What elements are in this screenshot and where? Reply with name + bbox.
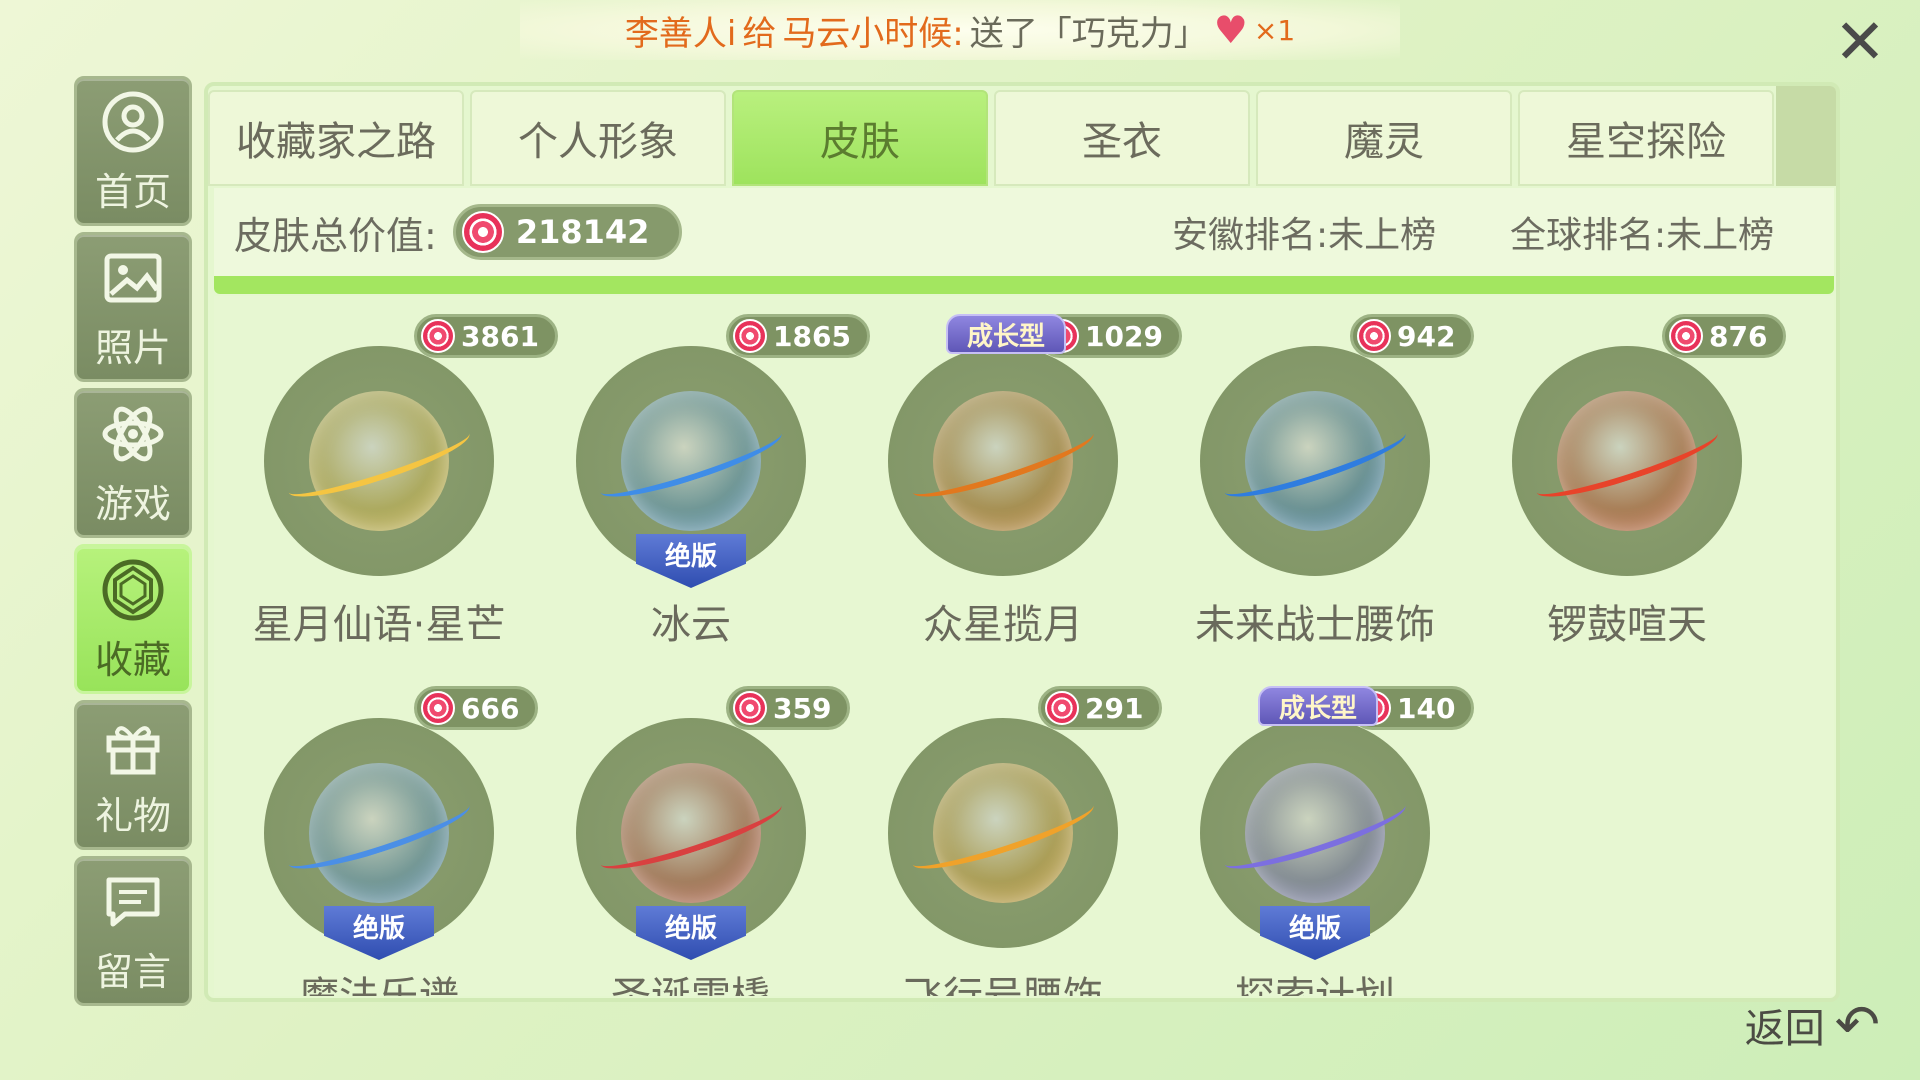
limited-edition-badge: 绝版 — [324, 906, 434, 960]
skin-price-badge: 291 — [1038, 686, 1163, 730]
heart-chocolate-icon: ♥ — [1213, 8, 1248, 52]
gift-notice-banner: 李善人i 给 马云小时候: 送了「巧克力」 ♥ ×1 — [520, 0, 1400, 60]
skin-orb — [264, 346, 494, 576]
candy-icon — [733, 691, 767, 725]
skin-price: 942 — [1397, 319, 1456, 353]
atom-icon — [98, 399, 168, 469]
tab-skin[interactable]: 皮肤 — [732, 90, 988, 186]
back-button[interactable]: 返回 ↶ — [1745, 993, 1880, 1056]
skin-item[interactable]: 1029 成长型 众星揽月 — [838, 296, 1182, 656]
back-arrow-icon: ↶ — [1834, 993, 1880, 1056]
skin-item[interactable]: 3861 星月仙语·星芒 — [214, 296, 558, 656]
sidebar-item-label: 收藏 — [94, 637, 171, 682]
skin-orb — [1200, 346, 1430, 576]
collection-panel: 收藏家之路 个人形象 皮肤 圣衣 魔灵 星空探险 皮肤总价值: 218142 安… — [204, 82, 1840, 1002]
total-value: 218142 — [515, 213, 650, 251]
notice-sender: 李善人i — [624, 13, 737, 54]
tab-holy-cloth[interactable]: 圣衣 — [994, 90, 1250, 186]
skin-name: 星月仙语·星芒 — [252, 602, 506, 648]
sidebar-item-label: 首页 — [94, 169, 171, 214]
sidebar-item-gift[interactable]: 礼物 — [74, 700, 192, 850]
category-tabs: 收藏家之路 个人形象 皮肤 圣衣 魔灵 星空探险 — [208, 86, 1774, 186]
skin-price-badge: 942 — [1350, 314, 1475, 358]
skin-item[interactable]: 876 锣鼓喧天 — [1462, 296, 1787, 656]
tab-collector-road[interactable]: 收藏家之路 — [208, 90, 464, 186]
skin-name: 锣鼓喧天 — [1547, 602, 1707, 648]
candy-icon — [733, 319, 767, 353]
candy-icon — [421, 691, 455, 725]
limited-edition-badge: 绝版 — [636, 534, 746, 588]
global-rank: 全球排名:未上榜 — [1510, 215, 1775, 256]
total-value-label: 皮肤总价值: — [234, 213, 437, 258]
sidebar-item-photo[interactable]: 照片 — [74, 232, 192, 382]
total-value-badge: 218142 — [452, 204, 683, 260]
tab-star-exploration[interactable]: 星空探险 — [1518, 90, 1774, 186]
close-icon: ✕ — [1834, 5, 1886, 78]
candy-icon — [1669, 319, 1703, 353]
close-button[interactable]: ✕ — [1828, 10, 1892, 74]
skin-item[interactable]: 291 飞行号腰饰 — [838, 668, 1163, 996]
message-icon — [98, 867, 168, 937]
skin-item[interactable]: 359 绝版 圣诞雪橇 — [526, 668, 851, 996]
skin-orb — [1512, 346, 1742, 576]
skin-price: 666 — [461, 691, 520, 725]
sidebar-item-game[interactable]: 游戏 — [74, 388, 192, 538]
skin-name: 未来战士腰饰 — [1195, 602, 1435, 648]
candy-icon — [421, 319, 455, 353]
tab-spirit[interactable]: 魔灵 — [1256, 90, 1512, 186]
skin-name: 众星揽月 — [923, 602, 1083, 648]
skin-name: 飞行号腰饰 — [838, 964, 1168, 996]
skin-item[interactable]: 1865 绝版 冰云 — [526, 296, 870, 656]
sidebar-item-message[interactable]: 留言 — [74, 856, 192, 1006]
candy-icon — [461, 211, 504, 253]
province-rank: 安徽排名:未上榜 — [1172, 215, 1437, 256]
back-label: 返回 — [1744, 1005, 1825, 1052]
limited-edition-badge: 绝版 — [636, 906, 746, 960]
skin-grid[interactable]: 3861 星月仙语·星芒 1865 绝版 冰云 1029 成长型 众星揽月 94… — [214, 296, 1834, 996]
home-icon — [98, 87, 168, 157]
skin-price-badge: 359 — [726, 686, 851, 730]
skin-price: 140 — [1397, 691, 1456, 725]
skin-name: 圣诞雪橇 — [526, 964, 856, 996]
skin-item[interactable]: 666 绝版 魔法乐谱 — [214, 668, 539, 996]
skin-price: 359 — [773, 691, 832, 725]
notice-count: ×1 — [1253, 13, 1296, 47]
skin-name: 冰云 — [651, 602, 731, 648]
sidebar-item-label: 礼物 — [94, 793, 171, 838]
photo-icon — [98, 243, 168, 313]
growth-type-badge: 成长型 — [946, 314, 1066, 354]
sidebar: 首页 照片 游戏 收藏 礼物 留言 — [74, 76, 192, 1012]
skin-price: 876 — [1709, 319, 1768, 353]
sidebar-item-label: 留言 — [94, 949, 171, 994]
limited-edition-badge: 绝版 — [1260, 906, 1370, 960]
skin-total-row: 皮肤总价值: 218142 安徽排名:未上榜 全球排名:未上榜 — [214, 188, 1834, 276]
skin-name: 魔法乐谱 — [214, 964, 544, 996]
gift-icon — [98, 711, 168, 781]
sidebar-item-collection[interactable]: 收藏 — [74, 544, 192, 694]
notice-recipient: 马云小时候: — [782, 13, 964, 54]
tab-personal-image[interactable]: 个人形象 — [470, 90, 726, 186]
collection-icon — [98, 555, 168, 625]
tabs-filler — [1776, 86, 1836, 186]
skin-item[interactable]: 140 成长型 绝版 探索计划 — [1150, 668, 1475, 996]
notice-verb: 给 — [742, 13, 777, 54]
candy-icon — [1045, 691, 1079, 725]
divider-bar — [214, 276, 1834, 294]
sidebar-item-home[interactable]: 首页 — [74, 76, 192, 226]
skin-orb — [888, 346, 1118, 576]
sidebar-item-label: 照片 — [94, 325, 171, 370]
skin-price-badge: 666 — [414, 686, 539, 730]
skin-price: 291 — [1085, 691, 1144, 725]
growth-type-badge: 成长型 — [1258, 686, 1378, 726]
sidebar-item-label: 游戏 — [94, 481, 171, 526]
skin-name: 探索计划 — [1150, 964, 1480, 996]
candy-icon — [1357, 319, 1391, 353]
skin-price-badge: 876 — [1662, 314, 1787, 358]
skin-item[interactable]: 942 未来战士腰饰 — [1150, 296, 1475, 656]
skin-orb — [888, 718, 1118, 948]
notice-action: 送了「巧克力」 — [969, 13, 1208, 54]
